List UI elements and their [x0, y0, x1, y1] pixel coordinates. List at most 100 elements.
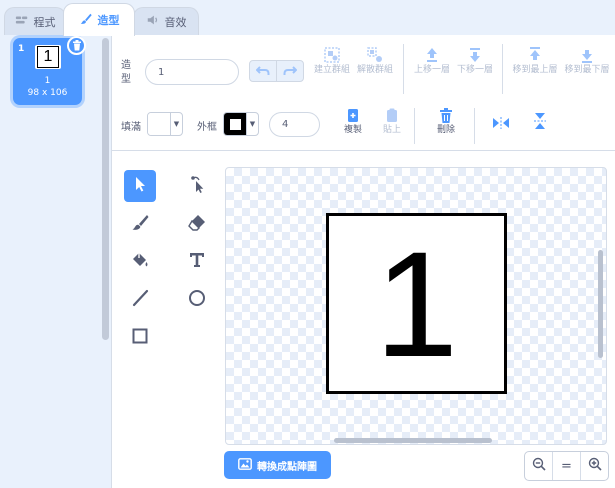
group-label: 建立群組 [314, 65, 351, 75]
costume-thumbnail-art: 1 [37, 46, 59, 68]
copy-icon [340, 108, 366, 124]
chevron-down-icon: ▼ [246, 113, 258, 135]
costume-name-input[interactable]: 1 [145, 59, 239, 85]
trash-icon [72, 36, 82, 55]
back-icon [564, 46, 610, 64]
paste-button[interactable]: 貼上 [379, 108, 405, 137]
backward-icon [457, 46, 493, 64]
paste-icon [379, 108, 405, 124]
tab-code[interactable]: 程式 [4, 7, 66, 35]
speaker-icon [146, 13, 160, 30]
select-tool[interactable] [124, 170, 156, 202]
back-label: 移到最下層 [564, 65, 610, 75]
eraser-tool[interactable] [181, 208, 213, 240]
back-button[interactable]: 移到最下層 [564, 46, 610, 77]
image-icon [238, 457, 252, 473]
line-tool[interactable] [124, 284, 156, 316]
rectangle-tool[interactable] [124, 322, 156, 354]
costume-thumbnail: 1 [35, 45, 61, 69]
canvas-horizontal-scrollbar[interactable] [334, 438, 492, 443]
paint-canvas[interactable]: 1 [225, 167, 607, 445]
rectangle-icon [130, 326, 150, 350]
group-button[interactable]: 建立群組 [314, 46, 350, 77]
arrow-icon [130, 174, 150, 198]
brush-tool[interactable] [124, 208, 156, 240]
copy-label: 複製 [343, 125, 362, 135]
redo-icon [283, 62, 298, 81]
ungroup-label: 解散群組 [357, 65, 394, 75]
trash-icon [432, 108, 460, 124]
tab-costumes[interactable]: 造型 [63, 3, 135, 36]
chevron-down-icon: ▼ [170, 113, 182, 135]
zoom-in-icon [588, 457, 602, 475]
brush-icon [130, 212, 150, 236]
flip-vertical-icon [533, 112, 547, 134]
ungroup-button[interactable]: 解散群組 [357, 46, 393, 77]
forward-button[interactable]: 上移一層 [414, 46, 450, 77]
costume-number: 1 [18, 44, 25, 54]
front-icon [512, 46, 558, 64]
forward-icon [414, 46, 450, 64]
toolbar-divider [414, 108, 415, 144]
convert-to-bitmap-label: 轉換成點陣圖 [257, 461, 317, 473]
zoom-out-button[interactable] [525, 452, 553, 480]
front-label: 移到最上層 [512, 65, 558, 75]
costume-artwork[interactable]: 1 [326, 213, 507, 394]
outline-width-input[interactable]: 4 [269, 112, 320, 137]
flip-horizontal-button[interactable] [489, 114, 513, 134]
toolbar-divider [474, 108, 475, 144]
flip-horizontal-icon [492, 115, 510, 134]
backward-button[interactable]: 下移一層 [457, 46, 493, 77]
tab-sounds-label: 音效 [164, 15, 187, 29]
delete-button[interactable]: 刪除 [432, 108, 460, 137]
delete-label: 刪除 [436, 125, 455, 135]
circle-icon [187, 288, 207, 312]
editor-tabs: 程式 造型 音效 [0, 0, 615, 36]
backward-label: 下移一層 [457, 65, 494, 75]
outline-color-swatch [224, 113, 246, 135]
flip-vertical-button[interactable] [528, 112, 552, 134]
zoom-reset-button[interactable]: = [553, 452, 581, 480]
front-button[interactable]: 移到最上層 [512, 46, 558, 77]
tab-sounds[interactable]: 音效 [133, 7, 199, 35]
delete-costume-button[interactable] [67, 36, 86, 55]
costume-size: 98 x 106 [27, 88, 68, 98]
reshape-tool[interactable] [181, 170, 213, 202]
forward-label: 上移一層 [414, 65, 451, 75]
outline-color-picker[interactable]: ▼ [223, 112, 259, 136]
undo-button[interactable] [249, 60, 277, 82]
text-icon [187, 250, 207, 274]
line-icon [130, 288, 150, 312]
brush-icon [79, 12, 93, 29]
costume-item[interactable]: 1 1 1 98 x 106 [13, 36, 86, 105]
group-icon [314, 46, 350, 64]
paint-bucket-icon [130, 250, 150, 274]
tab-code-label: 程式 [33, 15, 56, 29]
reshape-icon [187, 174, 207, 198]
redo-button[interactable] [276, 60, 304, 82]
fill-color-swatch [148, 113, 170, 135]
ungroup-icon [357, 46, 393, 64]
toolbar-bottom-divider [112, 150, 615, 151]
copy-button[interactable]: 複製 [340, 108, 366, 137]
zoom-in-button[interactable] [581, 452, 608, 480]
text-tool[interactable] [181, 246, 213, 278]
toolbar-divider [502, 44, 503, 94]
costume-name-label: 造型 [121, 60, 131, 85]
costume-name: 1 [44, 76, 51, 86]
outline-label: 外框 [197, 122, 217, 133]
fill-tool[interactable] [124, 246, 156, 278]
fill-color-picker[interactable]: ▼ [147, 112, 183, 136]
convert-to-bitmap-button[interactable]: 轉換成點陣圖 [224, 451, 331, 479]
zoom-out-icon [532, 457, 546, 475]
eraser-icon [187, 212, 207, 236]
canvas-vertical-scrollbar[interactable] [598, 250, 603, 358]
circle-tool[interactable] [181, 284, 213, 316]
undo-icon [255, 62, 270, 81]
costume-list-scrollbar[interactable] [102, 38, 109, 340]
fill-label: 填滿 [121, 122, 141, 133]
paste-label: 貼上 [382, 125, 401, 135]
toolbar-divider [403, 44, 404, 94]
code-icon [15, 13, 29, 30]
zoom-controls: = [524, 451, 609, 481]
